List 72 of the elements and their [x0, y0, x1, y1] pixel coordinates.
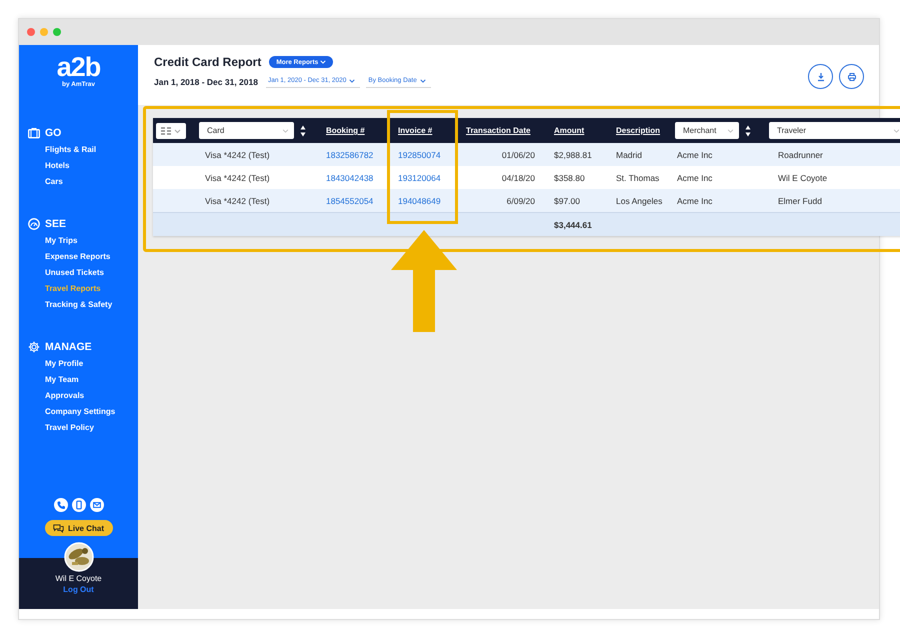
- column-header[interactable]: Booking #: [326, 126, 365, 135]
- table-cell: Visa *4242 (Test): [205, 150, 270, 160]
- table-cell: $97.00: [554, 196, 580, 206]
- column-picker-button[interactable]: [156, 122, 186, 138]
- table-cell: Los Angeles: [616, 196, 662, 206]
- nav-item[interactable]: Approvals: [28, 388, 138, 404]
- download-icon: [816, 72, 826, 82]
- table-cell: Wil E Coyote: [778, 172, 828, 182]
- date-range: Jan 1, 2018 - Dec 31, 2018: [154, 76, 258, 86]
- nav-item[interactable]: My Trips: [28, 233, 138, 249]
- caret-icon: [893, 128, 900, 132]
- caret-icon: [420, 78, 426, 82]
- table-cell: St. Thomas: [616, 172, 660, 182]
- table-cell: Acme Inc: [677, 172, 712, 182]
- live-chat-button[interactable]: Live Chat: [44, 520, 112, 536]
- table-cell: 04/18/20: [502, 172, 535, 182]
- table-cell: Acme Inc: [677, 196, 712, 206]
- column-header[interactable]: Invoice #: [398, 126, 432, 135]
- log-out-link[interactable]: Log Out: [63, 585, 94, 594]
- caret-icon: [320, 60, 326, 64]
- caret-icon: [727, 128, 734, 132]
- column-filter-dropdown[interactable]: Card: [199, 122, 294, 139]
- printer-icon: [846, 72, 856, 82]
- caret-icon: [282, 128, 289, 132]
- table-cell: Visa *4242 (Test): [205, 172, 270, 182]
- report-title: Credit Card Report: [154, 55, 262, 69]
- column-filter-dropdown[interactable]: Merchant: [675, 122, 739, 139]
- mail-icon[interactable]: [90, 498, 104, 512]
- mobile-phone-icon[interactable]: [72, 498, 86, 512]
- section-heading: GO: [45, 127, 62, 139]
- nav-item[interactable]: Tracking & Safety: [28, 297, 138, 313]
- nav-item[interactable]: Flights & Rail: [28, 142, 138, 158]
- briefcase-icon: [28, 127, 40, 139]
- gauge-icon: [28, 218, 40, 230]
- nav-item[interactable]: My Profile: [28, 356, 138, 372]
- nav-item[interactable]: Cars: [28, 174, 138, 190]
- caret-icon: [349, 78, 356, 82]
- table-cell: Acme Inc: [677, 150, 712, 160]
- total-amount: $3,444.61: [553, 220, 593, 230]
- section-heading: SEE: [45, 218, 66, 230]
- nav-item[interactable]: Company Settings: [28, 404, 138, 420]
- sort-icon[interactable]: [745, 124, 751, 136]
- download-button[interactable]: [808, 64, 833, 89]
- table-cell: Roadrunner: [778, 150, 823, 160]
- section-heading: MANAGE: [45, 341, 92, 353]
- column-header[interactable]: Transaction Date: [466, 126, 530, 135]
- table-cell: $2,988.81: [554, 150, 592, 160]
- settings-icon: [28, 341, 40, 353]
- column-filter-dropdown[interactable]: Traveler: [769, 122, 900, 139]
- column-header[interactable]: Description: [616, 126, 660, 135]
- table-cell: Elmer Fudd: [778, 196, 822, 206]
- table-cell: 6/09/20: [506, 196, 535, 206]
- table-cell: Visa *4242 (Test): [205, 196, 270, 206]
- phone-icon[interactable]: [54, 498, 68, 512]
- logo-text: a2b: [56, 53, 100, 81]
- nav-item[interactable]: Hotels: [28, 158, 138, 174]
- nav-item[interactable]: Expense Reports: [28, 249, 138, 265]
- table-cell: $358.80: [554, 172, 585, 182]
- nav-item[interactable]: Unused Tickets: [28, 265, 138, 281]
- column-header[interactable]: Amount: [554, 126, 584, 135]
- nav-item[interactable]: Travel Policy: [28, 420, 138, 436]
- up-arrow-icon: [391, 230, 457, 332]
- nav-item[interactable]: My Team: [28, 372, 138, 388]
- user-name: Wil E Coyote: [55, 574, 102, 583]
- columns-icon: [160, 126, 182, 136]
- chat-icon: [52, 524, 64, 532]
- close-window-button[interactable]: [27, 28, 35, 36]
- table-cell: 01/06/20: [502, 150, 535, 160]
- sort-icon[interactable]: [300, 124, 306, 136]
- print-button[interactable]: [839, 64, 864, 89]
- table-cell: Madrid: [616, 150, 642, 160]
- nav-item[interactable]: Travel Reports: [28, 281, 138, 297]
